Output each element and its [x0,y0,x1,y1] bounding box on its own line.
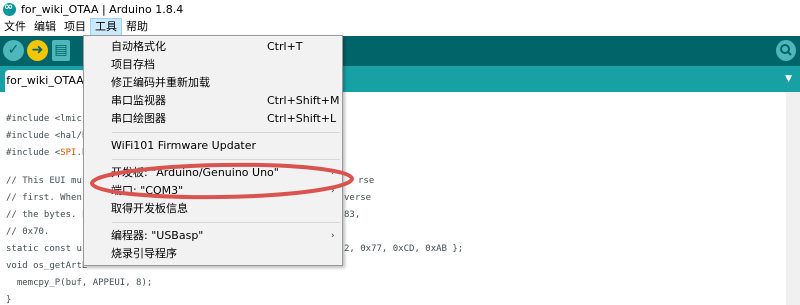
menu-separator [112,132,340,133]
arduino-logo-icon [3,0,16,16]
code-line: } [6,295,12,305]
menu-edit[interactable]: 编辑 [30,18,60,36]
code-line: // 0x70. [6,227,50,237]
menu-item-serial-plotter[interactable]: 串口绘图器 Ctrl+Shift+L [84,110,342,128]
menu-item-port[interactable]: 端口: "COM3" › [84,182,342,200]
submenu-arrow-icon: › [331,186,335,196]
submenu-arrow-icon: › [331,231,335,241]
new-file-button[interactable]: ▤ [52,40,70,61]
tab-for-wiki-otaa[interactable]: for_wiki_OTAA [5,70,85,92]
code-line: static const u1 [6,244,88,254]
code-line: // the bytes. F [6,210,88,220]
editor-scrollbar[interactable] [786,92,800,305]
code-fragment: verse [344,193,372,203]
menu-item-auto-format[interactable]: 自动格式化 Ctrl+T [84,38,342,56]
code-line: #include <lmic.h [6,114,93,124]
menu-tools[interactable]: 工具 [90,18,122,36]
menu-item-fix-encoding[interactable]: 修正编码并重新加载 [84,74,342,92]
upload-button[interactable]: ➜ [27,40,48,61]
menu-file[interactable]: 文件 [0,18,30,36]
code-line: memcpy_P(buf, APPEUI, 8); [6,278,153,288]
menu-item-wifi101-updater[interactable]: WiFi101 Firmware Updater [84,137,342,155]
tools-menu: 自动格式化 Ctrl+T 项目存档 修正编码并重新加载 串口监视器 Ctrl+S… [83,35,343,266]
menu-item-archive-sketch[interactable]: 项目存档 [84,56,342,74]
menu-item-serial-monitor[interactable]: 串口监视器 Ctrl+Shift+M [84,92,342,110]
menu-separator [112,159,340,160]
magnifier-icon [780,44,792,56]
verify-button[interactable]: ✓ [3,40,24,61]
menu-separator [112,222,340,223]
menu-item-programmer[interactable]: 编程器: "USBasp" › [84,227,342,245]
window-title: for_wiki_OTAA | Arduino 1.8.4 [21,2,184,16]
menu-bar: 文件 编辑 项目 工具 帮助 [0,18,800,36]
code-line: // This EUI mus [6,176,88,186]
menu-item-burn-bootloader[interactable]: 烧录引导程序 [84,245,342,263]
code-fragment: rse [358,176,375,186]
serial-monitor-button[interactable] [776,40,796,61]
menu-help[interactable]: 帮助 [122,18,152,36]
code-line: #include <hal/h [6,131,88,141]
submenu-arrow-icon: › [331,168,335,178]
menu-sketch[interactable]: 项目 [60,18,90,36]
title-bar: for_wiki_OTAA | Arduino 1.8.4 [0,0,800,18]
code-fragment: 2, 0x77, 0xCD, 0xAB }; [344,244,464,254]
code-line: // first. When [6,193,88,203]
tab-menu-chevron-icon[interactable]: ▼ [785,74,792,84]
menu-item-board[interactable]: 开发板: "Arduino/Genuino Uno" › [84,164,342,182]
menu-item-board-info[interactable]: 取得开发板信息 [84,200,342,218]
code-line: void os_getArtE [6,261,88,271]
code-fragment: 83, [344,210,361,220]
code-line: #include <SPI.h [6,148,88,158]
